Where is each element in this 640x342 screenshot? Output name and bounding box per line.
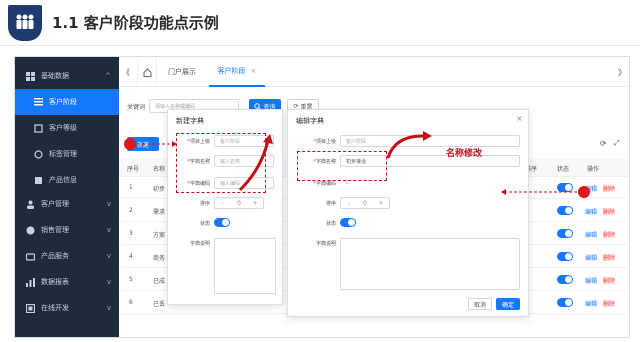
arrowhead-icon <box>501 189 506 195</box>
arrowhead-icon <box>423 131 432 141</box>
arrowhead-icon <box>172 141 177 147</box>
curved-arrow-edit <box>386 134 426 159</box>
arrowhead-icon <box>263 134 273 144</box>
curved-arrow-new <box>238 139 270 192</box>
annotation-arrows <box>137 131 577 195</box>
